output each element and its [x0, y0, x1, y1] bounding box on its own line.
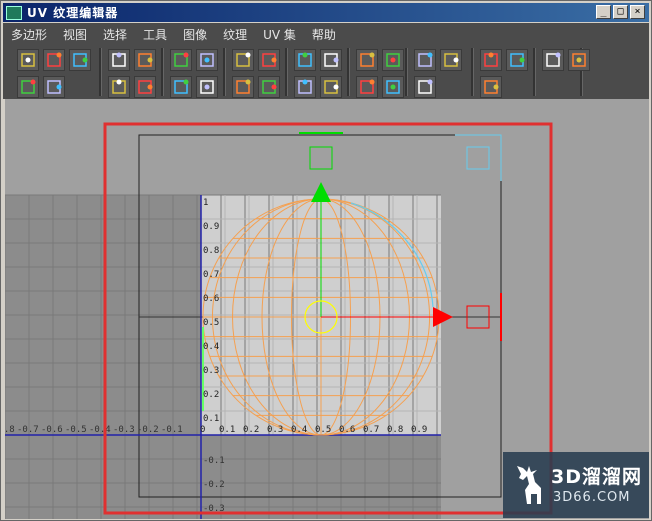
sew-uv-icon[interactable] [196, 49, 218, 71]
neg-u-tick-label: -0.5 [65, 425, 87, 435]
menu-tools[interactable]: 工具 [135, 26, 175, 43]
u-tick-label: 0.2 [243, 425, 259, 435]
watermark-title: 3D溜溜网 [551, 466, 642, 488]
u-tick-label: 0.1 [219, 425, 235, 435]
v-tick-label: 0.9 [203, 222, 219, 232]
texture-checker-icon[interactable] [356, 76, 378, 98]
menu-polygons[interactable]: 多边形 [3, 26, 55, 43]
v-tick-label: 0.8 [203, 246, 219, 256]
select-uv-icon[interactable] [69, 49, 91, 71]
u-tick-label: 0.5 [315, 425, 331, 435]
smooth-icon[interactable] [506, 49, 528, 71]
select-border-icon[interactable] [568, 49, 590, 71]
minimize-button[interactable]: _ [596, 5, 611, 19]
app-icon [6, 5, 22, 20]
psd-create-icon[interactable] [414, 76, 436, 98]
neg-u-tick-label: -0.2 [137, 425, 159, 435]
toolbar-separator [533, 48, 536, 96]
neg-u-tick-label: -0.3 [113, 425, 135, 435]
pixel-snap-icon[interactable] [232, 76, 254, 98]
u-tick-label: 0.7 [363, 425, 379, 435]
u-tick-label: 0.3 [267, 425, 283, 435]
maximize-button[interactable]: □ [613, 5, 628, 19]
shaded-uv-icon[interactable] [43, 76, 65, 98]
flip-v-icon[interactable] [258, 49, 280, 71]
toolbar-separator [99, 48, 102, 96]
layout-uv-icon[interactable] [134, 49, 156, 71]
magnet-icon[interactable] [196, 76, 218, 98]
neg-u-tick-label: -0.8 [5, 425, 15, 435]
uv-grid-icon[interactable] [17, 49, 39, 71]
color-wheel-icon[interactable] [294, 76, 316, 98]
v-tick-label: 0.4 [203, 342, 219, 352]
v-tick-label: 1 [203, 198, 208, 208]
rotate-cw-icon[interactable] [320, 49, 342, 71]
title-bar[interactable]: UV 纹理编辑器 _ □ × [3, 3, 649, 22]
v-tick-label: 0.6 [203, 294, 219, 304]
menu-image[interactable]: 图像 [175, 26, 215, 43]
origin-label: 0 [200, 425, 205, 435]
v-tick-label: 0.1 [203, 414, 219, 424]
menu-bar: 多边形 视图 选择 工具 图像 纹理 UV 集 帮助 [3, 23, 649, 45]
deer-logo-icon [517, 466, 541, 504]
unfold-icon[interactable] [440, 49, 462, 71]
select-shell-icon[interactable] [17, 76, 39, 98]
psd-refresh-icon[interactable] [382, 76, 404, 98]
neg-v-tick-label: -0.1 [203, 456, 225, 466]
v-tick-label: 0.7 [203, 270, 219, 280]
toolbar-separator [471, 48, 474, 96]
dither-icon[interactable] [480, 76, 502, 98]
menu-help[interactable]: 帮助 [304, 26, 344, 43]
snap-uv-icon[interactable] [108, 49, 130, 71]
v-tick-label: 0.2 [203, 390, 219, 400]
toolbar-separator [405, 48, 408, 96]
toolbar-separator [285, 48, 288, 96]
neg-u-tick-label: -0.6 [41, 425, 63, 435]
image-display-icon[interactable] [134, 76, 156, 98]
menu-textures[interactable]: 纹理 [215, 26, 255, 43]
u-tick-label: 0.4 [291, 425, 307, 435]
isolate-icon[interactable] [258, 76, 280, 98]
watermark: 3D溜溜网 3D66.COM [503, 452, 649, 518]
rotate-ccw-icon[interactable] [294, 49, 316, 71]
relax-icon[interactable] [480, 49, 502, 71]
window-title: UV 纹理编辑器 [27, 6, 119, 20]
close-button[interactable]: × [630, 5, 645, 19]
menu-view[interactable]: 视图 [55, 26, 95, 43]
checker-icon[interactable] [108, 76, 130, 98]
neg-u-tick-label: -0.4 [89, 425, 111, 435]
cut-uv-icon[interactable] [170, 49, 192, 71]
toolbar-separator [347, 48, 350, 96]
menu-uv-sets[interactable]: UV 集 [255, 26, 304, 43]
flip-u-icon[interactable] [232, 49, 254, 71]
align-icon[interactable] [356, 49, 378, 71]
neg-u-tick-label: -0.1 [161, 425, 183, 435]
contrast-icon[interactable] [320, 76, 342, 98]
toolbar-separator [161, 48, 164, 96]
v-tick-label: 0.5 [203, 318, 219, 328]
watermark-url: 3D66.COM [553, 490, 631, 505]
move-uv-icon[interactable] [43, 49, 65, 71]
toolbar [3, 45, 649, 99]
straighten-icon[interactable] [542, 49, 564, 71]
move-pivot-icon[interactable] [382, 49, 404, 71]
toolbar-separator [223, 48, 226, 96]
grid-toggle-icon[interactable] [170, 76, 192, 98]
normalize-icon[interactable] [414, 49, 436, 71]
menu-select[interactable]: 选择 [95, 26, 135, 43]
uv-texture-editor-window: UV 纹理编辑器 _ □ × 多边形 视图 选择 工具 图像 纹理 UV 集 帮… [0, 0, 652, 521]
v-tick-label: 0.3 [203, 366, 219, 376]
u-tick-label: 0.6 [339, 425, 355, 435]
u-tick-label: 0.9 [411, 425, 427, 435]
neg-u-tick-label: -0.7 [17, 425, 39, 435]
u-tick-label: 0.8 [387, 425, 403, 435]
neg-v-tick-label: -0.2 [203, 480, 225, 490]
